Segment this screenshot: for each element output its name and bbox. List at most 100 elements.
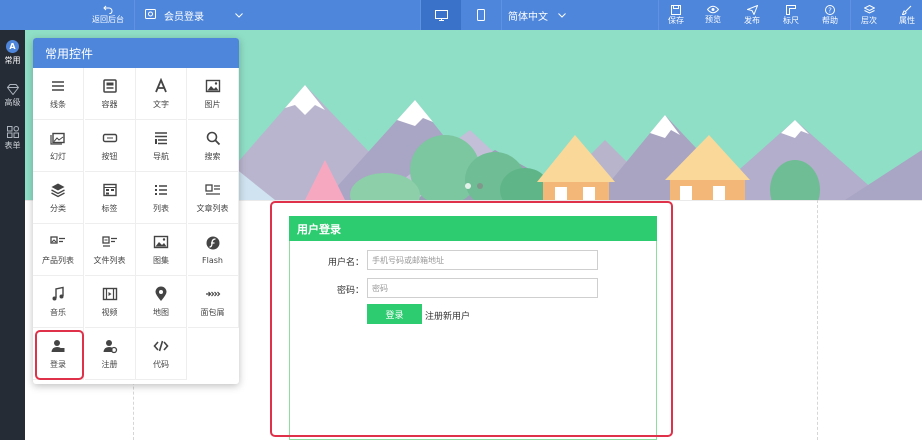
widget-container[interactable]: 容器 [84, 68, 136, 120]
preview-button[interactable]: 预览 [697, 0, 729, 30]
widget-label: 面包屑 [200, 307, 225, 317]
text-icon [153, 77, 169, 94]
ruler-button[interactable]: 标尺 [775, 0, 807, 30]
widget-label: 按钮 [101, 151, 118, 161]
widget-list[interactable]: 列表 [136, 172, 187, 224]
selected-widget-highlight [270, 201, 673, 437]
widget-label: 列表 [153, 203, 169, 213]
divider [501, 0, 502, 30]
breadcrumb-icon [205, 286, 221, 302]
publish-label: 发布 [744, 15, 760, 25]
selected-widget-highlight [35, 330, 84, 380]
sidebar-item-label: 表单 [4, 141, 21, 150]
desktop-view-button[interactable] [421, 0, 461, 30]
properties-label: 属性 [899, 15, 915, 25]
sidebar-item-label: 常用 [4, 56, 21, 65]
back-button[interactable]: 返回后台 [85, 0, 131, 30]
brush-icon [902, 5, 912, 15]
monitor-icon [434, 9, 448, 21]
widget-label: 文字 [153, 99, 169, 109]
widget-flash[interactable]: Flash [187, 224, 239, 276]
send-icon [746, 4, 758, 15]
register-user-icon [102, 338, 118, 354]
widget-label: 搜索 [204, 151, 221, 161]
layers-button[interactable]: 层次 [853, 0, 885, 30]
code-icon [153, 338, 169, 354]
widget-lines[interactable]: 线条 [33, 68, 84, 120]
preview-label: 预览 [705, 15, 721, 24]
page-icon [145, 8, 156, 22]
widget-register-user[interactable]: 注册 [84, 328, 136, 380]
top-toolbar: 返回后台 会员登录 简体中文 保存 预览 发布 标尺 ? 帮助 层次 属性 [0, 0, 922, 30]
properties-button[interactable]: 属性 [891, 0, 922, 30]
widget-button[interactable]: 按钮 [84, 120, 136, 172]
widget-music[interactable]: 音乐 [33, 276, 84, 328]
article-list-icon [204, 182, 221, 198]
category-icon [50, 182, 66, 198]
sidebar-item-common[interactable]: A 常用 [0, 40, 25, 66]
widget-label: 注册 [101, 359, 118, 369]
help-button[interactable]: ? 帮助 [814, 0, 846, 30]
widget-text[interactable]: 文字 [136, 68, 187, 120]
save-icon [671, 4, 681, 15]
gallery-icon [153, 234, 169, 250]
widget-code[interactable]: 代码 [136, 328, 187, 380]
flash-icon [205, 235, 221, 251]
widget-label: 音乐 [50, 307, 66, 317]
layout-guide [817, 200, 818, 440]
lines-icon [50, 78, 66, 94]
widget-category[interactable]: 分类 [33, 172, 84, 224]
widget-label: 导航 [153, 151, 169, 161]
widget-label: 线条 [50, 99, 66, 109]
ruler-icon [786, 4, 796, 15]
widget-map-pin[interactable]: 地图 [136, 276, 187, 328]
language-label: 简体中文 [508, 11, 548, 23]
widget-tag[interactable]: 标签 [84, 172, 136, 224]
widget-article-list[interactable]: 文章列表 [187, 172, 239, 224]
widget-label: 幻灯 [50, 151, 66, 161]
widget-video[interactable]: 视频 [84, 276, 136, 328]
sidebar-item-form[interactable]: 表单 [0, 126, 25, 151]
eye-icon [707, 5, 719, 14]
widget-breadcrumb[interactable]: 面包屑 [187, 276, 239, 328]
file-list-icon [101, 234, 118, 250]
music-icon [50, 286, 66, 302]
product-list-icon [50, 234, 66, 250]
chevron-down-icon [558, 10, 566, 21]
language-selector[interactable]: 简体中文 [508, 0, 566, 30]
search-icon [205, 130, 221, 146]
save-label: 保存 [668, 15, 684, 25]
undo-arrow-icon [103, 5, 113, 14]
widget-label: 分类 [50, 203, 66, 213]
page-selector-label: 会员登录 [164, 11, 204, 23]
slideshow-icon [50, 130, 66, 146]
widget-product-list[interactable]: 产品列表 [33, 224, 84, 276]
publish-button[interactable]: 发布 [736, 0, 768, 30]
page-selector[interactable]: 会员登录 [135, 0, 255, 30]
phone-icon [477, 9, 485, 21]
diamond-icon [6, 84, 19, 95]
widget-gallery[interactable]: 图集 [136, 224, 187, 276]
widget-label: Flash [202, 255, 223, 265]
mobile-view-button[interactable] [461, 0, 501, 30]
widget-panel-title: 常用控件 [33, 38, 239, 68]
sidebar-item-advanced[interactable]: 高级 [0, 84, 25, 108]
widget-label: 产品列表 [42, 255, 74, 265]
widget-file-list[interactable]: 文件列表 [84, 224, 136, 276]
widget-image[interactable]: 图片 [187, 68, 239, 120]
widget-label: 代码 [153, 359, 169, 369]
chevron-down-icon [235, 10, 243, 21]
widget-slideshow[interactable]: 幻灯 [33, 120, 84, 172]
widget-search[interactable]: 搜索 [187, 120, 239, 172]
navigation-icon [153, 130, 169, 146]
image-icon [205, 78, 221, 94]
container-icon [102, 78, 118, 94]
widget-label: 视频 [101, 307, 118, 317]
save-button[interactable]: 保存 [660, 0, 692, 30]
sidebar-item-label: 高级 [4, 98, 21, 107]
list-icon [153, 182, 169, 198]
grid-icon [6, 126, 19, 138]
layers-label: 层次 [861, 15, 877, 25]
widget-navigation[interactable]: 导航 [136, 120, 187, 172]
map-pin-icon [153, 286, 169, 302]
